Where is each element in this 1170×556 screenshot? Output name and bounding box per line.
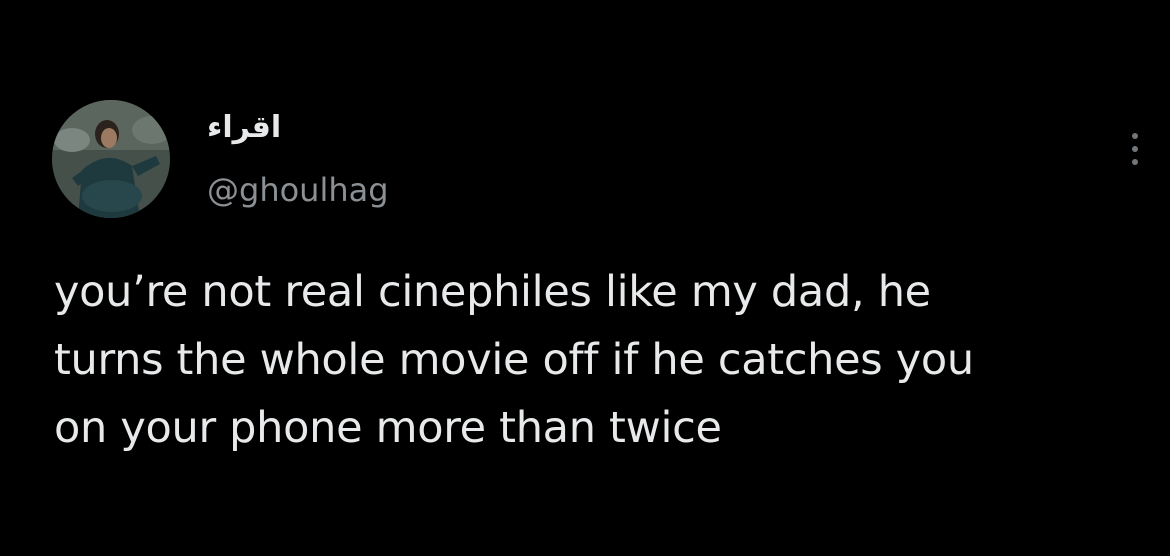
tweet-text: you’re not real cinephiles like my dad, … — [54, 258, 1144, 462]
ellipsis-vertical-icon — [1132, 159, 1138, 165]
author-avatar[interactable] — [52, 100, 170, 218]
ellipsis-vertical-icon — [1132, 146, 1138, 152]
tweet-text-line: you’re not real cinephiles like my dad, … — [54, 267, 931, 317]
tweet-text-line: turns the whole movie off if he catches … — [54, 335, 974, 385]
tweet-text-line: on your phone more than twice — [54, 403, 722, 453]
ellipsis-vertical-icon — [1132, 133, 1138, 139]
author-handle[interactable]: @ghoulhag — [207, 170, 389, 210]
more-options-button[interactable] — [1120, 126, 1150, 172]
tweet-card: اقراء @ghoulhag you’re not real cinephil… — [0, 0, 1170, 556]
author-display-name[interactable]: اقراء — [207, 108, 281, 148]
avatar-photo-icon — [52, 100, 170, 218]
